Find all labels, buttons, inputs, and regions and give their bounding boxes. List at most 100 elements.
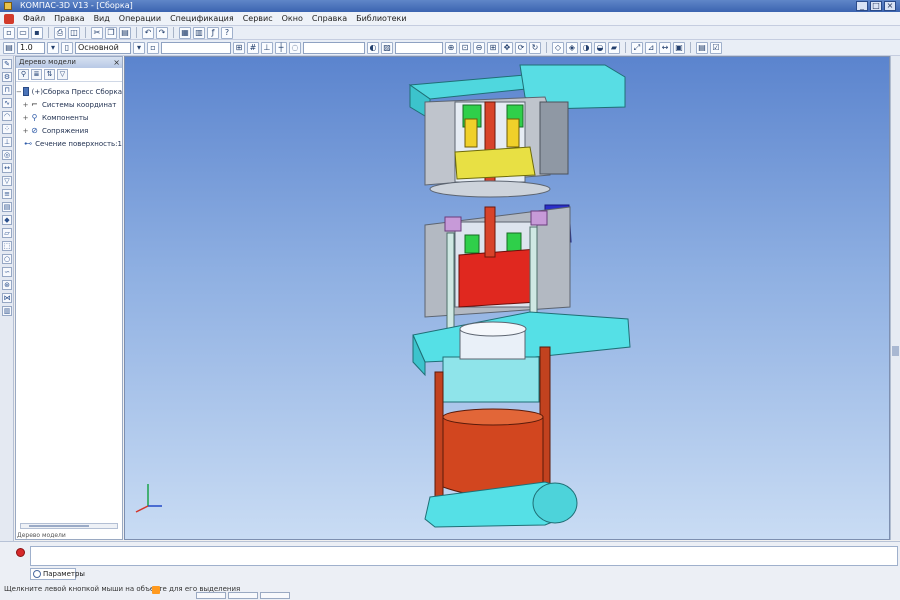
coordinate-field[interactable] bbox=[303, 41, 365, 54]
tree-item-components[interactable]: + ⚲ Компоненты bbox=[16, 111, 122, 124]
paste-icon[interactable]: ▤ bbox=[119, 26, 131, 39]
zoom-in-icon[interactable]: ⊕ bbox=[445, 41, 457, 54]
close-button[interactable]: × bbox=[884, 1, 896, 11]
minimize-button[interactable]: _ bbox=[856, 1, 868, 11]
hidden-lines-icon[interactable]: ◈ bbox=[566, 41, 578, 54]
menu-libraries[interactable]: Библиотеки bbox=[356, 14, 406, 23]
scrollbar-thumb[interactable] bbox=[892, 346, 899, 356]
grid-icon[interactable]: # bbox=[247, 41, 259, 54]
library-tool-icon[interactable]: ▥ bbox=[2, 306, 12, 316]
properties-panel[interactable] bbox=[30, 546, 898, 566]
measure-tool-icon[interactable]: ↔ bbox=[2, 163, 12, 173]
zoom-all-icon[interactable]: ⊞ bbox=[487, 41, 499, 54]
collapse-icon[interactable]: − bbox=[16, 88, 22, 96]
elements-icon[interactable]: ◆ bbox=[2, 215, 12, 225]
halftone-icon[interactable]: ◑ bbox=[580, 41, 592, 54]
tree-item-mates[interactable]: + ⊘ Сопряжения bbox=[16, 124, 122, 137]
menu-service[interactable]: Сервис bbox=[243, 14, 273, 23]
filters-icon[interactable]: ▽ bbox=[2, 176, 12, 186]
arrays-icon[interactable]: ⁘ bbox=[2, 124, 12, 134]
order-view-icon[interactable]: ≣ bbox=[31, 69, 42, 80]
check-icon[interactable]: ☑ bbox=[710, 41, 722, 54]
open-icon[interactable]: ▭ bbox=[17, 26, 29, 39]
new-document-icon[interactable]: ▫ bbox=[3, 26, 15, 39]
value-field[interactable] bbox=[161, 41, 231, 54]
viewport-vertical-scrollbar[interactable] bbox=[890, 56, 900, 540]
tree-toggle-icon[interactable]: ▤ bbox=[696, 41, 708, 54]
refresh-icon[interactable]: ↻ bbox=[529, 41, 541, 54]
rotate-icon[interactable]: ⟳ bbox=[515, 41, 527, 54]
assembly-ops-icon[interactable]: ⚙ bbox=[2, 72, 12, 82]
selection-icon[interactable]: ⬚ bbox=[2, 241, 12, 251]
sheet-metal-icon[interactable]: ▱ bbox=[2, 228, 12, 238]
surfaces-icon[interactable]: ◠ bbox=[2, 111, 12, 121]
menu-view[interactable]: Вид bbox=[94, 14, 110, 23]
pipes-icon[interactable]: ○ bbox=[2, 254, 12, 264]
menu-file[interactable]: Файл bbox=[23, 14, 45, 23]
stop-icon[interactable] bbox=[16, 548, 25, 557]
document-menu-icon[interactable] bbox=[4, 13, 14, 24]
mates-tool-icon[interactable]: ⊓ bbox=[2, 85, 12, 95]
manager-icon[interactable]: ▦ bbox=[179, 26, 191, 39]
menu-operations[interactable]: Операции bbox=[119, 14, 161, 23]
menu-help[interactable]: Справка bbox=[312, 14, 347, 23]
filter-icon[interactable]: ▽ bbox=[57, 69, 68, 80]
fasteners-icon[interactable]: ⊛ bbox=[2, 280, 12, 290]
round-icon[interactable]: ◌ bbox=[289, 41, 301, 54]
dropdown-arrow-icon[interactable]: ▾ bbox=[47, 41, 59, 54]
properties-icon[interactable]: ▫ bbox=[147, 41, 159, 54]
style-icon[interactable]: ▯ bbox=[61, 41, 73, 54]
close-icon[interactable]: × bbox=[113, 57, 120, 68]
expand-icon[interactable]: + bbox=[22, 101, 29, 109]
local-cs-icon[interactable]: ⊥ bbox=[261, 41, 273, 54]
menu-specification[interactable]: Спецификация bbox=[170, 14, 234, 23]
mass-properties-icon[interactable]: ▣ bbox=[673, 41, 685, 54]
help-icon[interactable]: ? bbox=[221, 26, 233, 39]
maximize-button[interactable]: □ bbox=[870, 1, 882, 11]
halftone-edges-icon[interactable]: ◒ bbox=[594, 41, 606, 54]
aux-geometry-icon[interactable]: ⊥ bbox=[2, 137, 12, 147]
save-icon[interactable]: ▪ bbox=[31, 26, 43, 39]
scrollbar-thumb[interactable] bbox=[29, 525, 89, 527]
welds-icon[interactable]: ⋈ bbox=[2, 293, 12, 303]
tree-item-coordinate-systems[interactable]: + ⌐ Системы координат bbox=[16, 98, 122, 111]
snap-icon[interactable]: ⊞ bbox=[233, 41, 245, 54]
spec-icon[interactable]: ≡ bbox=[2, 189, 12, 199]
section-view-icon[interactable]: ⊿ bbox=[645, 41, 657, 54]
copy-icon[interactable]: ❐ bbox=[105, 26, 117, 39]
expand-icon[interactable]: + bbox=[22, 127, 29, 135]
scale-field[interactable]: 1.0 bbox=[17, 41, 45, 54]
perspective-icon[interactable]: ▰ bbox=[608, 41, 620, 54]
layer-icon[interactable]: ▤ bbox=[3, 41, 15, 54]
hatching-icon[interactable]: ▨ bbox=[381, 41, 393, 54]
edit-assembly-icon[interactable]: ✎ bbox=[2, 59, 12, 69]
diagnostics-icon[interactable]: ◎ bbox=[2, 150, 12, 160]
style-dropdown-icon[interactable]: ▾ bbox=[133, 41, 145, 54]
zoom-window-icon[interactable]: ⊡ bbox=[459, 41, 471, 54]
style-field[interactable]: Основной bbox=[75, 41, 131, 54]
ortho-icon[interactable]: ┼ bbox=[275, 41, 287, 54]
preview-icon[interactable]: ◫ bbox=[68, 26, 80, 39]
tree-item-section[interactable]: ⊷ Сечение поверхность:1 bbox=[16, 137, 122, 150]
model-viewport[interactable] bbox=[124, 56, 890, 540]
menu-edit[interactable]: Правка bbox=[54, 14, 84, 23]
sort-icon[interactable]: ⇅ bbox=[44, 69, 55, 80]
tab-parameters[interactable]: Параметры bbox=[30, 568, 85, 580]
wireframe-icon[interactable]: ◇ bbox=[552, 41, 564, 54]
report-icon[interactable]: ▤ bbox=[2, 202, 12, 212]
expand-icon[interactable]: + bbox=[22, 114, 29, 122]
zoom-out-icon[interactable]: ⊖ bbox=[473, 41, 485, 54]
layer-field[interactable] bbox=[395, 41, 443, 54]
pan-icon[interactable]: ✥ bbox=[501, 41, 513, 54]
print-icon[interactable]: ⎙ bbox=[54, 26, 66, 39]
tree-horizontal-scrollbar[interactable] bbox=[20, 523, 118, 529]
orientation-icon[interactable]: ⤢ bbox=[631, 41, 643, 54]
cut-icon[interactable]: ✂ bbox=[91, 26, 103, 39]
undo-icon[interactable]: ↶ bbox=[142, 26, 154, 39]
shading-icon[interactable]: ◐ bbox=[367, 41, 379, 54]
library-icon[interactable]: ▥ bbox=[193, 26, 205, 39]
menu-window[interactable]: Окно bbox=[282, 14, 303, 23]
structure-view-icon[interactable]: ⚲ bbox=[18, 69, 29, 80]
variables-icon[interactable]: ƒ bbox=[207, 26, 219, 39]
redo-icon[interactable]: ↷ bbox=[156, 26, 168, 39]
